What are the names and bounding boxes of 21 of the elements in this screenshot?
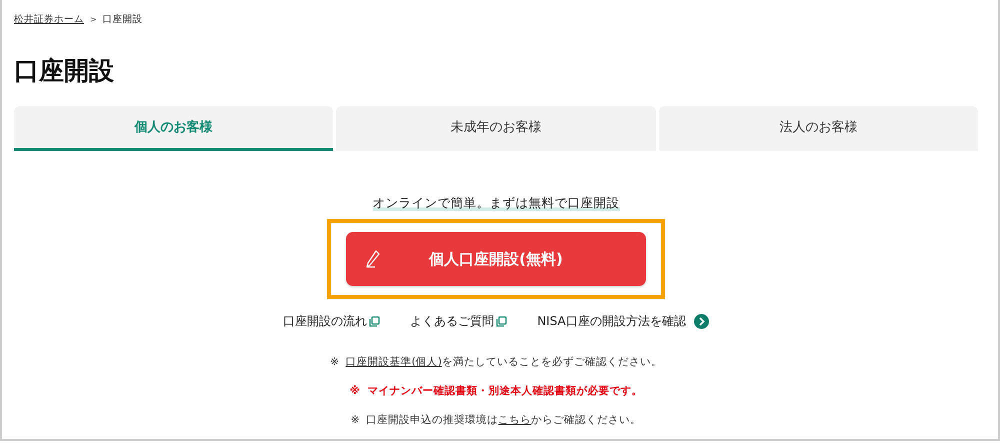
- pen-icon: [366, 250, 380, 268]
- breadcrumb-separator: >: [90, 14, 97, 24]
- breadcrumb-current: 口座開設: [102, 12, 143, 26]
- link[interactable]: 口座開設の流れ: [283, 313, 380, 330]
- tab[interactable]: 個人のお客様: [14, 106, 334, 151]
- note-link[interactable]: 口座開設基準(個人): [346, 356, 442, 368]
- note-text: ※ 口座開設基準(個人)を満たしていることを必ずご確認ください。: [330, 355, 662, 370]
- note-text: ※ 口座開設申込の推奨環境は こちらからご確認ください。: [350, 413, 642, 428]
- page-title: 口座開設: [14, 56, 115, 86]
- external-window-icon: [369, 316, 380, 327]
- tab[interactable]: 法人のお客様: [658, 106, 978, 151]
- tab[interactable]: 未成年のお客様: [336, 106, 656, 151]
- note-link[interactable]: こちら: [498, 414, 532, 426]
- chevron-right-icon: [694, 314, 709, 329]
- open-account-button[interactable]: 個人口座開設(無料): [346, 232, 646, 286]
- tagline: オンラインで簡単。まずは無料で口座開設: [372, 195, 620, 211]
- note-text: ※ マイナンバー確認書類・別途本人確認書類が必要です。: [350, 384, 642, 399]
- link[interactable]: よくあるご質問: [410, 313, 508, 330]
- external-window-icon: [496, 316, 508, 327]
- breadcrumb-link[interactable]: 松井証券ホーム: [14, 12, 84, 26]
- link[interactable]: NISA口座の開設方法を確認: [537, 313, 709, 330]
